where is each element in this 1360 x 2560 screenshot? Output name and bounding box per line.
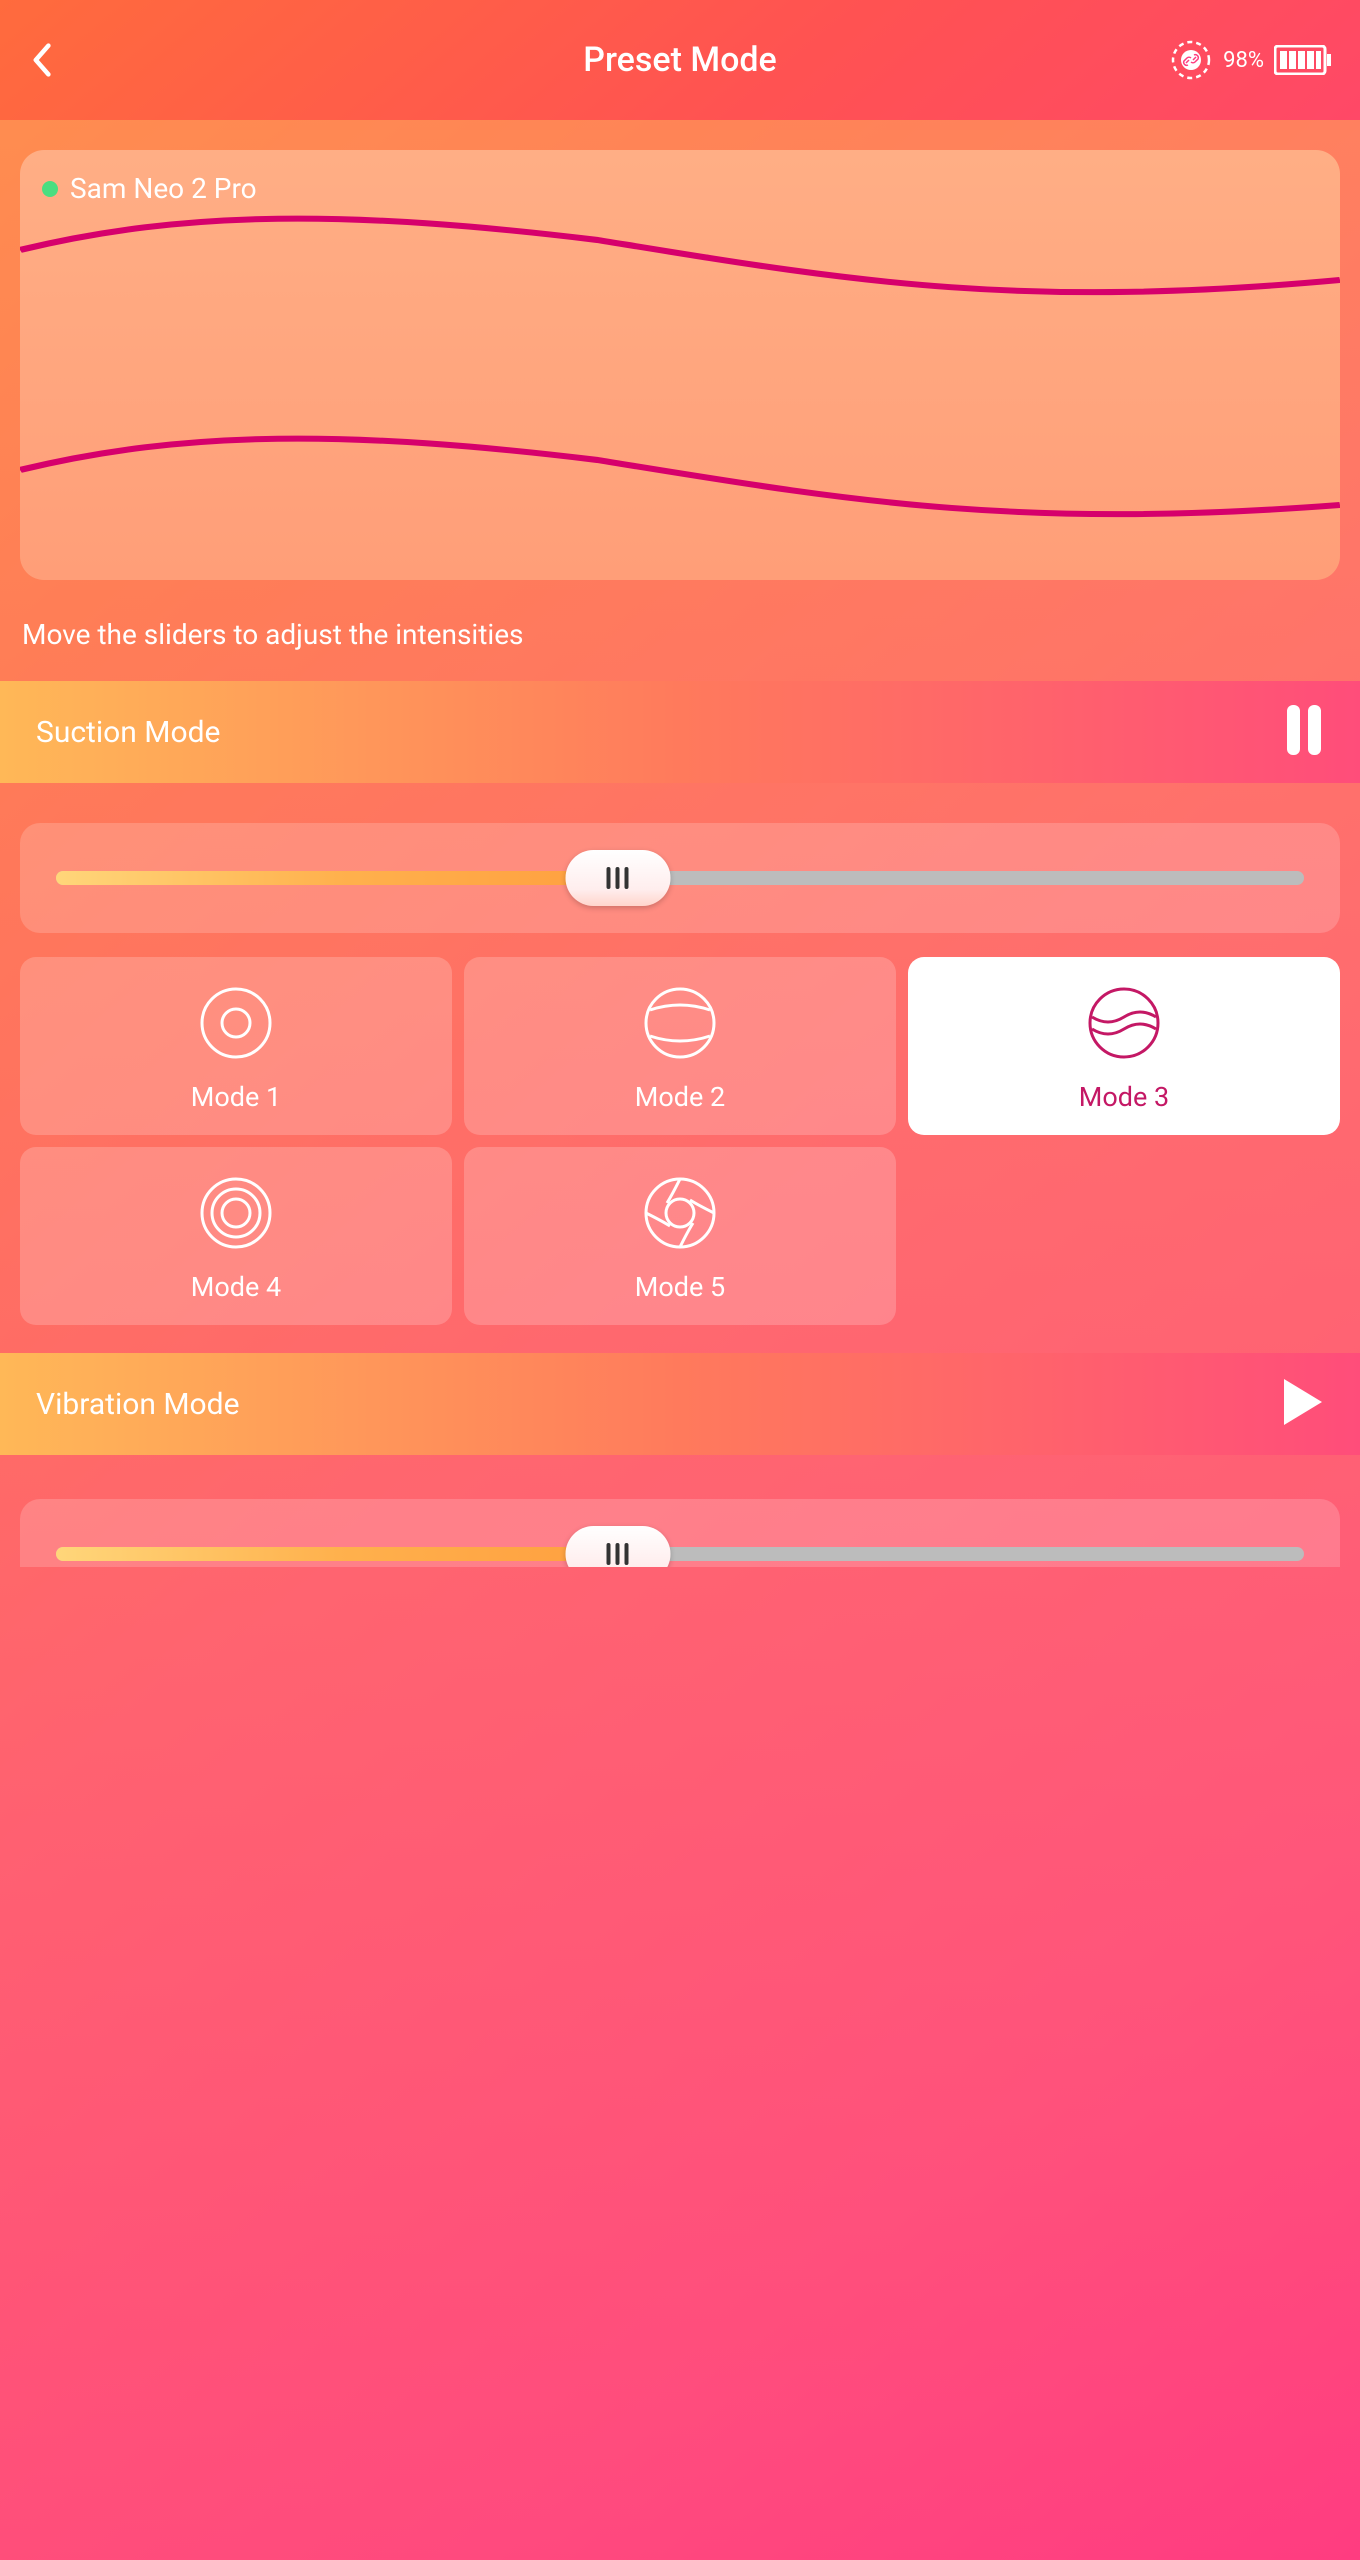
- waveform-card: Sam Neo 2 Pro: [20, 150, 1340, 580]
- mode-1-icon: [198, 985, 274, 1061]
- mode-3-icon: [1086, 985, 1162, 1061]
- vibration-title: Vibration Mode: [36, 1387, 240, 1422]
- content-area: Sam Neo 2 Pro Move the sliders to adjust…: [0, 120, 1360, 2560]
- back-button[interactable]: [28, 45, 58, 75]
- vibration-slider[interactable]: [56, 1547, 1304, 1561]
- mode-4-icon: [198, 1175, 274, 1251]
- suction-section-bar: Suction Mode: [0, 681, 1360, 783]
- suction-slider-card: [20, 823, 1340, 933]
- app-root: Preset Mode 98%: [0, 0, 1360, 2560]
- waveform-2: [20, 430, 1340, 550]
- vibration-section-bar: Vibration Mode: [0, 1353, 1360, 1455]
- mode-1-button[interactable]: Mode 1: [20, 957, 452, 1135]
- mode-2-icon: [642, 985, 718, 1061]
- suction-title: Suction Mode: [36, 715, 220, 750]
- vibration-slider-thumb[interactable]: [565, 1526, 670, 1567]
- mode-5-icon: [642, 1175, 718, 1251]
- suction-slider[interactable]: [56, 871, 1304, 885]
- mode-3-button[interactable]: Mode 3: [908, 957, 1340, 1135]
- status-area: 98%: [1169, 38, 1332, 82]
- device-name: Sam Neo 2 Pro: [70, 172, 257, 205]
- mode-2-button[interactable]: Mode 2: [464, 957, 896, 1135]
- mode-4-label: Mode 4: [191, 1271, 281, 1303]
- battery-percent: 98%: [1223, 48, 1264, 73]
- battery-icon: [1274, 45, 1332, 75]
- vibration-slider-card: [20, 1499, 1340, 1567]
- play-button[interactable]: [1280, 1377, 1324, 1431]
- mode-5-label: Mode 5: [635, 1271, 725, 1303]
- mode-1-label: Mode 1: [191, 1081, 281, 1113]
- mode-4-button[interactable]: Mode 4: [20, 1147, 452, 1325]
- pause-button[interactable]: [1284, 705, 1324, 759]
- connection-icon[interactable]: [1169, 38, 1213, 82]
- device-label: Sam Neo 2 Pro: [42, 172, 1318, 205]
- mode-2-label: Mode 2: [635, 1081, 725, 1113]
- suction-mode-grid: Mode 1 Mode 2 Mode 3: [20, 957, 1340, 1325]
- header: Preset Mode 98%: [0, 0, 1360, 120]
- chevron-left-icon: [32, 42, 54, 78]
- waveform-1: [20, 210, 1340, 330]
- suction-slider-thumb[interactable]: [565, 850, 670, 906]
- mode-3-label: Mode 3: [1079, 1081, 1169, 1113]
- page-title: Preset Mode: [583, 40, 777, 80]
- status-dot-icon: [42, 181, 58, 197]
- mode-5-button[interactable]: Mode 5: [464, 1147, 896, 1325]
- instruction-text: Move the sliders to adjust the intensiti…: [20, 618, 1340, 651]
